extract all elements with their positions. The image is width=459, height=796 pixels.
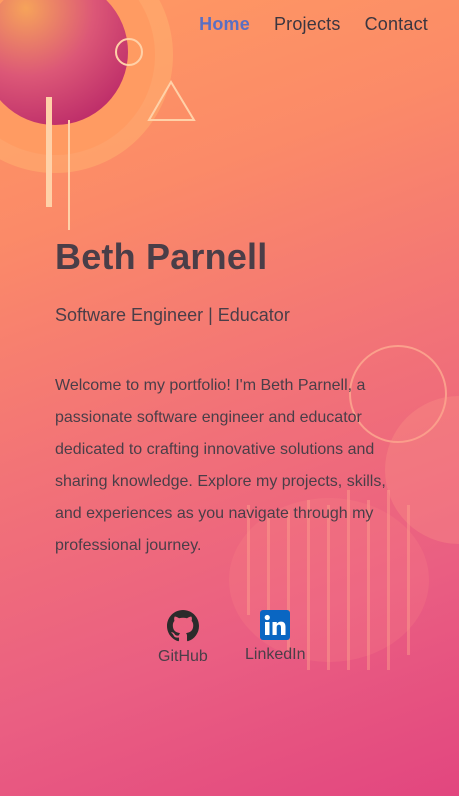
subtitle: Software Engineer | Educator <box>55 305 290 325</box>
top-navigation: Home Projects Contact <box>199 14 428 35</box>
github-icon <box>166 610 199 642</box>
page-title: Beth Parnell <box>55 236 268 277</box>
github-link[interactable]: GitHub <box>158 610 208 666</box>
linkedin-icon <box>260 610 291 640</box>
intro-paragraph: Welcome to my portfolio! I'm Beth Parnel… <box>55 377 386 554</box>
portfolio-page: Home Projects Contact Beth Parnell Softw… <box>0 0 459 796</box>
linkedin-label: LinkedIn <box>245 646 306 663</box>
linkedin-link[interactable]: LinkedIn <box>245 610 306 664</box>
decorative-shapes-top <box>0 0 196 230</box>
nav-projects-link[interactable]: Projects <box>274 14 341 35</box>
nav-contact-link[interactable]: Contact <box>365 14 428 35</box>
github-label: GitHub <box>158 648 208 665</box>
nav-home-link[interactable]: Home <box>199 14 250 35</box>
